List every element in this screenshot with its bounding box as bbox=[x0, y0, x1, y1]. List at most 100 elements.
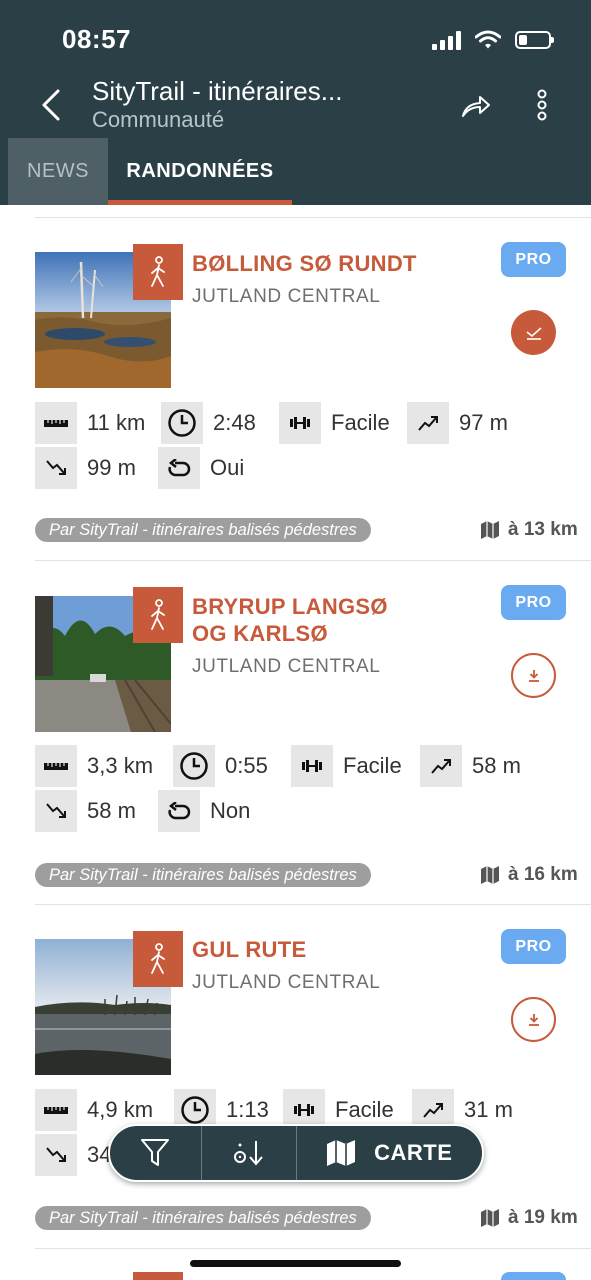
back-arrow-icon[interactable] bbox=[38, 88, 66, 122]
map-icon bbox=[481, 521, 499, 539]
status-icons bbox=[432, 28, 554, 52]
share-icon[interactable] bbox=[460, 92, 492, 120]
descent-icon bbox=[35, 1134, 77, 1176]
stat-value: Oui bbox=[210, 455, 245, 480]
stat-distance: 11 km bbox=[35, 402, 145, 444]
stat-difficulty: Facile bbox=[291, 745, 402, 787]
completed-icon[interactable] bbox=[511, 310, 556, 355]
stat-value: 1:13 bbox=[226, 1097, 269, 1122]
stat-value: Facile bbox=[331, 410, 390, 435]
page-subtitle: Communauté bbox=[92, 107, 225, 132]
clock-icon bbox=[161, 402, 203, 444]
next-card-pro-badge bbox=[501, 1272, 566, 1280]
descent-icon bbox=[35, 790, 77, 832]
ruler-icon bbox=[35, 402, 77, 444]
stat-value: 31 m bbox=[464, 1097, 513, 1122]
sort-button[interactable] bbox=[202, 1126, 296, 1180]
stat-value: 58 m bbox=[472, 753, 521, 778]
download-icon[interactable] bbox=[511, 997, 556, 1042]
status-time: 08:57 bbox=[62, 24, 131, 54]
stat-loop: Oui bbox=[158, 447, 244, 489]
trail-title[interactable]: BRYRUP LANGSØ OG KARLSØ bbox=[192, 593, 412, 647]
stat-value: 58 m bbox=[87, 798, 136, 823]
stat-elevation-gain: 58 m bbox=[420, 745, 521, 787]
stat-duration: 2:48 bbox=[161, 402, 256, 444]
tab-randonnees[interactable]: RANDONNÉES bbox=[108, 138, 292, 205]
stat-duration: 0:55 bbox=[173, 745, 268, 787]
ascent-icon bbox=[407, 402, 449, 444]
stat-value: 99 m bbox=[87, 455, 136, 480]
hiking-icon bbox=[133, 587, 183, 643]
download-icon[interactable] bbox=[511, 653, 556, 698]
hiking-icon bbox=[133, 244, 183, 300]
trail-region: JUTLAND CENTRAL bbox=[192, 286, 381, 307]
author-tag[interactable]: Par SityTrail - itinéraires balisés péde… bbox=[35, 863, 371, 887]
battery-icon bbox=[515, 31, 554, 49]
ruler-icon bbox=[35, 1089, 77, 1131]
distance-away-text: à 13 km bbox=[508, 519, 578, 540]
map-button-label: CARTE bbox=[374, 1140, 453, 1165]
stat-elevation-loss: 34 bbox=[35, 1134, 111, 1176]
stat-value: Facile bbox=[343, 753, 402, 778]
stat-value: 97 m bbox=[459, 410, 508, 435]
stat-distance: 3,3 km bbox=[35, 745, 153, 787]
distance-away: à 19 km bbox=[480, 1207, 578, 1229]
distance-away: à 16 km bbox=[480, 864, 578, 886]
stat-value: 11 km bbox=[87, 410, 146, 435]
sort-icon bbox=[233, 1141, 263, 1166]
stat-value: 2:48 bbox=[213, 410, 256, 435]
page-title: SityTrail - itinéraires... bbox=[92, 76, 343, 106]
stat-elevation-loss: 58 m bbox=[35, 790, 136, 832]
ascent-icon bbox=[420, 745, 462, 787]
stat-value: 0:55 bbox=[225, 753, 268, 778]
distance-away-text: à 19 km bbox=[508, 1207, 578, 1228]
stat-value: Facile bbox=[335, 1097, 394, 1122]
author-tag[interactable]: Par SityTrail - itinéraires balisés péde… bbox=[35, 1206, 371, 1230]
map-icon bbox=[481, 1209, 499, 1227]
stat-difficulty: Facile bbox=[279, 402, 390, 444]
distance-away-text: à 16 km bbox=[508, 864, 578, 885]
pro-badge: PRO bbox=[501, 242, 566, 277]
descent-icon bbox=[35, 447, 77, 489]
signal-icon bbox=[432, 30, 461, 50]
loop-icon bbox=[158, 790, 200, 832]
more-options-icon[interactable] bbox=[530, 88, 554, 122]
map-button[interactable]: CARTE bbox=[297, 1126, 483, 1180]
battery-level bbox=[519, 35, 527, 45]
stat-value: Non bbox=[210, 798, 251, 823]
app-header: 08:57 SityTrail - itinéraires... Communa… bbox=[0, 0, 591, 205]
map-icon bbox=[481, 866, 499, 884]
wifi-icon bbox=[475, 30, 501, 49]
pro-badge: PRO bbox=[501, 585, 566, 620]
pro-badge: PRO bbox=[501, 929, 566, 964]
distance-away: à 13 km bbox=[480, 519, 578, 541]
dumbbell-icon bbox=[291, 745, 333, 787]
trail-region: JUTLAND CENTRAL bbox=[192, 972, 381, 993]
filter-icon bbox=[141, 1139, 170, 1166]
stat-value: 3,3 km bbox=[87, 753, 154, 778]
map-icon bbox=[327, 1140, 356, 1166]
next-card-hiking-icon bbox=[133, 1272, 183, 1280]
loop-icon bbox=[158, 447, 200, 489]
trail-card[interactable]: BØLLING SØ RUNDT JUTLAND CENTRAL PRO 11 … bbox=[0, 218, 591, 560]
clock-icon bbox=[173, 745, 215, 787]
stat-elevation-gain: 97 m bbox=[407, 402, 508, 444]
trail-card[interactable]: BRYRUP LANGSØ OG KARLSØ JUTLAND CENTRAL … bbox=[0, 561, 591, 904]
author-tag[interactable]: Par SityTrail - itinéraires balisés péde… bbox=[35, 518, 371, 542]
filter-button[interactable] bbox=[110, 1126, 201, 1180]
home-indicator[interactable] bbox=[190, 1260, 401, 1267]
trail-card[interactable]: GUL RUTE JUTLAND CENTRAL PRO 4,9 km 1:13… bbox=[0, 905, 591, 1248]
bottom-action-bar: CARTE bbox=[108, 1124, 484, 1182]
trail-title[interactable]: BØLLING SØ RUNDT bbox=[192, 250, 482, 277]
stat-loop: Non bbox=[158, 790, 250, 832]
tab-news[interactable]: NEWS bbox=[8, 138, 108, 205]
tab-bar: NEWS RANDONNÉES bbox=[0, 138, 591, 205]
dumbbell-icon bbox=[279, 402, 321, 444]
stat-elevation-loss: 99 m bbox=[35, 447, 136, 489]
trail-region: JUTLAND CENTRAL bbox=[192, 656, 381, 677]
hiking-icon bbox=[133, 931, 183, 987]
ruler-icon bbox=[35, 745, 77, 787]
stat-value: 4,9 km bbox=[87, 1097, 154, 1122]
trail-title[interactable]: GUL RUTE bbox=[192, 936, 482, 963]
divider bbox=[35, 1248, 591, 1249]
